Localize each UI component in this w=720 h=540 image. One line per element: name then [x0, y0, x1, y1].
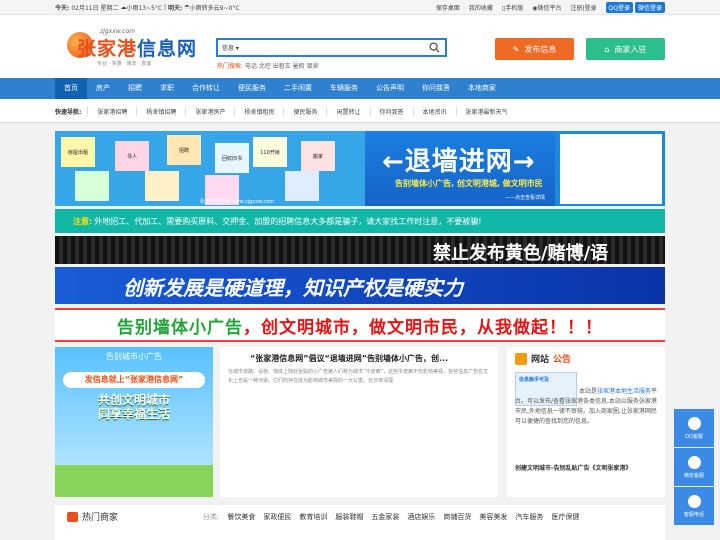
quick-link[interactable]: 张家港招聘 — [87, 106, 136, 116]
nav-secondhand[interactable]: 二手闲置 — [275, 78, 321, 99]
banner-prohibited[interactable]: 禁止发布黄色/赌博/语 — [55, 236, 665, 264]
announcement-title[interactable]: 创建文明城市-告别乱贴广告《文明张家港》 — [515, 463, 632, 472]
quick-link[interactable]: 闲置转让 — [326, 106, 369, 116]
nav-transfer[interactable]: 合作转让 — [183, 78, 229, 99]
banner-wall-ad[interactable]: 房屋出租 寻人 招聘 回收旧书 110开锁 搬家 张家港信息网 www.zjgx… — [55, 131, 665, 206]
nav-service[interactable]: 便民服务 — [229, 78, 275, 99]
nav-merchants[interactable]: 本地商家 — [459, 78, 505, 99]
nav-seek[interactable]: 求职 — [151, 78, 183, 99]
nav-house[interactable]: 房产 — [87, 78, 119, 99]
category-tab[interactable]: 酒店娱乐 — [407, 512, 435, 522]
nav-vehicle[interactable]: 车辆服务 — [321, 78, 367, 99]
search-button[interactable] — [423, 40, 445, 55]
category-tab[interactable]: 服装鞋帽 — [335, 512, 363, 522]
quick-link[interactable]: 张家港房产 — [185, 106, 234, 116]
quick-nav: 快速导航: 张家港招聘 杨舍镇招聘 张家港房产 杨舍镇租房 便民服务 闲置转让 … — [0, 99, 720, 123]
category-tab[interactable]: 医疗保健 — [551, 512, 579, 522]
banner-innovation[interactable]: 创新发展是硬道理，知识产权是硬实力 — [55, 267, 665, 304]
today-label: 今天: — [55, 5, 70, 12]
category-tab[interactable]: 餐饮美食 — [227, 512, 255, 522]
quick-link[interactable]: 张家港最新天气 — [455, 106, 517, 116]
speaker-icon — [515, 352, 527, 365]
quick-link[interactable]: 杨舍镇租房 — [234, 106, 283, 116]
nav-notice[interactable]: 公告声明 — [367, 78, 413, 99]
qq-login-button[interactable]: QQ登录 — [605, 2, 633, 13]
favorites-link[interactable]: 我的收藏 — [469, 3, 493, 12]
quick-link[interactable]: 你问我答 — [369, 106, 413, 116]
header: zjgxxw.com 张家港信息网 专业 · 实惠 · 简单 · 真诚 信息 ▾… — [0, 15, 720, 78]
phone-icon — [687, 494, 701, 508]
store-icon: ⌂ — [604, 44, 610, 54]
today-weather: 小雨13~5°C — [126, 5, 163, 12]
category-tab[interactable]: 家政便民 — [263, 512, 291, 522]
quick-link[interactable]: 本地资讯 — [412, 106, 456, 116]
hot-merchants: 热门商家 分类: 餐饮美食 家政便民 教育培训 服装鞋帽 五金家装 酒店娱乐 商… — [55, 505, 665, 540]
wechat-platform-link[interactable]: ◉微信平台 — [532, 3, 561, 12]
main-nav: 首页 房产 招聘 求职 合作转让 便民服务 二手闲置 车辆服务 公告声明 你问我… — [0, 78, 720, 99]
wechat-login-button[interactable]: 微信登录 — [634, 2, 665, 13]
category-tab[interactable]: 教育培训 — [299, 512, 327, 522]
search-icon — [428, 42, 440, 53]
announcement-link[interactable]: 张家港本地生活服务 — [597, 388, 651, 395]
quick-link[interactable]: 杨舍镇招聘 — [136, 106, 185, 116]
category-tab[interactable]: 五金家装 — [371, 512, 399, 522]
mobile-link[interactable]: ▯手机版 — [502, 3, 523, 12]
news-feature[interactable]: “张家港信息网”倡议“退墙进网”告别墙体小广告，创... 在城市道路、设施、墙体… — [220, 347, 498, 497]
qq-service-button[interactable]: QQ客服 — [674, 409, 714, 447]
tomorrow-label: 明天: — [167, 5, 183, 12]
notice-bar: 注意: 外地招工、代加工、需要购买原料、交押金、加盟的招聘信息大多都是骗子，请大家… — [55, 209, 665, 233]
category-tab[interactable]: 美容美发 — [479, 512, 507, 522]
banner-screenshot — [560, 134, 662, 204]
save-desktop-link[interactable]: 保存桌面 — [436, 3, 460, 12]
search-category-select[interactable]: 信息 ▾ — [218, 43, 248, 52]
edit-icon: ✎ — [512, 44, 520, 54]
news-title[interactable]: “张家港信息网”倡议“退墙进网”告别墙体小广告，创... — [250, 353, 490, 364]
nav-home[interactable]: 首页 — [55, 78, 87, 99]
nav-qa[interactable]: 你问我答 — [413, 78, 459, 99]
qq-icon — [687, 416, 701, 430]
join-button[interactable]: ⌂ 商家入驻 — [586, 38, 665, 60]
top-bar: 今天: 02月11日 星期二 ☁ 小雨13~5°C | 明天: ☂ 小雨转多云9~0… — [0, 0, 720, 15]
login-link[interactable]: 登录 — [585, 5, 597, 12]
phone-service-button[interactable]: 客服电话 — [674, 487, 714, 525]
search-input[interactable] — [248, 40, 423, 55]
news-summary: 在城市道路、设施、墙体上随处张贴的小广告被人们称为城市“牛皮癣”，这些牛皮癣不仅… — [228, 369, 489, 384]
category-tab[interactable]: 汽车服务 — [515, 512, 543, 522]
hot-search: 热门搜索: 电话 北控 出租车 暑假 银泉 — [217, 63, 319, 70]
banner-civilized-city[interactable]: 告别墙体小广告 ，创文明城市，做文明市民，从我做起！！！ — [55, 308, 665, 342]
category-tab[interactable]: 商铺百货 — [443, 512, 471, 522]
register-link[interactable]: 注册 — [570, 5, 582, 12]
wechat-icon — [687, 455, 701, 469]
poster-civilized[interactable]: 告别城市小广告 发信息就上“张家港信息网” 共创文明城市 同享幸福生活 — [55, 347, 213, 497]
shop-icon — [67, 511, 78, 522]
search-box: 信息 ▾ — [216, 38, 447, 57]
site-announcement: 网站 公告 信息触手可及 本站是张家港本地生活服务平台。可以发布/查看张家港各类信… — [507, 347, 665, 497]
quick-link[interactable]: 便民服务 — [283, 106, 326, 116]
wechat-service-button[interactable]: 微信客服 — [674, 448, 714, 486]
publish-button[interactable]: ✎ 发布信息 — [495, 38, 574, 60]
nav-jobs[interactable]: 招聘 — [119, 78, 151, 99]
site-logo[interactable]: zjgxxw.com 张家港信息网 专业 · 实惠 · 简单 · 真诚 — [67, 28, 202, 78]
date-text: 02月11日 星期二 — [71, 5, 119, 12]
tomorrow-weather: 小雨转多云9~0°C — [189, 5, 240, 12]
